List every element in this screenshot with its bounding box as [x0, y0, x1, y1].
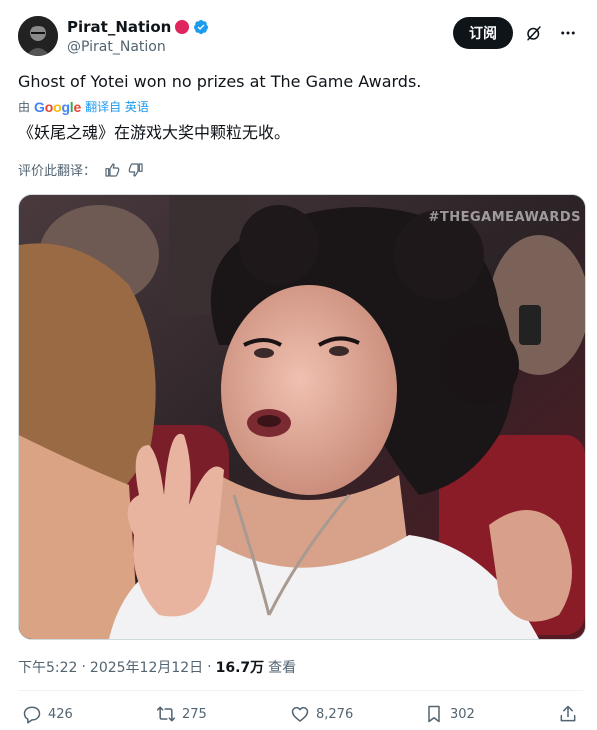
- bookmark-button[interactable]: 302: [424, 704, 475, 724]
- tweet-photo[interactable]: #THEGAMEAWARDS: [18, 194, 586, 640]
- tweet-time[interactable]: 下午5:22: [18, 657, 77, 677]
- views-count: 16.7万: [215, 660, 265, 676]
- rate-translation-label: 评价此翻译：: [18, 164, 97, 179]
- share-button[interactable]: [558, 704, 578, 724]
- translated-text: 《妖尾之魂》在游戏大奖中颗粒无收。: [18, 123, 291, 142]
- divider: [18, 690, 583, 691]
- meta-separator: ·: [81, 659, 86, 675]
- tweet-header: Pirat_Nation @Pirat_Nation 订阅: [18, 14, 583, 62]
- repost-icon: [156, 706, 176, 722]
- grok-icon[interactable]: [525, 24, 543, 42]
- name-line: Pirat_Nation: [67, 18, 209, 36]
- share-icon: [560, 705, 576, 722]
- action-bar: 426 275 8,276 302: [18, 704, 583, 730]
- watermark-text: #THEGAMEAWARDS: [428, 210, 581, 225]
- translate-prefix: 由: [18, 100, 31, 114]
- bookmark-icon: [428, 705, 440, 723]
- handle[interactable]: @Pirat_Nation: [67, 39, 166, 55]
- tweet-meta: 下午5:22 · 2025年12月12日 · 16.7万 查看: [18, 657, 296, 677]
- views-label: 查看: [268, 660, 297, 676]
- meta-separator: ·: [207, 659, 212, 675]
- reply-button[interactable]: 426: [22, 704, 73, 724]
- avatar-image: [18, 16, 58, 56]
- verified-badge-icon: [194, 20, 209, 35]
- thumbs-up-icon[interactable]: [104, 162, 120, 178]
- subscribe-button[interactable]: 订阅: [453, 17, 513, 49]
- photo-woman-reaction: [19, 195, 585, 639]
- like-count: 8,276: [316, 706, 354, 722]
- repost-button[interactable]: 275: [156, 704, 207, 724]
- more-icon[interactable]: [559, 24, 577, 42]
- google-logo: Google: [34, 98, 82, 115]
- reply-icon: [23, 706, 41, 724]
- tweet-date[interactable]: 2025年12月12日: [90, 657, 203, 677]
- rate-translation: 评价此翻译：: [18, 160, 144, 179]
- bookmark-count: 302: [450, 706, 475, 722]
- translation-attribution: 由 Google 翻译自 英语: [18, 98, 149, 115]
- red-circle-emoji: [175, 20, 190, 34]
- display-name[interactable]: Pirat_Nation: [67, 18, 171, 36]
- translate-source-link[interactable]: 翻译自 英语: [85, 98, 149, 115]
- reply-count: 426: [48, 706, 73, 722]
- thumbs-down-icon[interactable]: [128, 162, 144, 178]
- heart-icon: [291, 706, 309, 722]
- avatar[interactable]: [18, 16, 58, 56]
- tweet-text: Ghost of Yotei won no prizes at The Game…: [18, 72, 422, 91]
- repost-count: 275: [182, 706, 207, 722]
- like-button[interactable]: 8,276: [290, 704, 353, 724]
